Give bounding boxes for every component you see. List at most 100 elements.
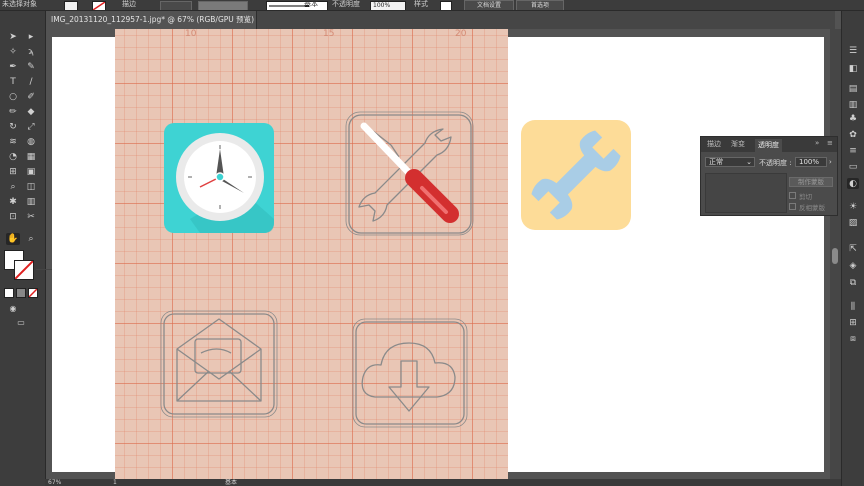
properties-icon[interactable]: ☰ [847,45,859,56]
rotate-icon[interactable]: ↻ [6,121,20,133]
blend-icon[interactable]: ◫ [24,181,38,193]
color-mode-icon[interactable] [4,288,14,298]
perspective-icon[interactable]: ▦ [24,151,38,163]
make-mask-button[interactable]: 制作蒙版 [789,177,833,187]
paper-number: 15 [323,29,335,39]
slice-icon[interactable]: ✂ [24,211,38,223]
transform-icon[interactable]: ⊞ [847,317,859,328]
tab-stroke[interactable]: 描边 [707,139,721,149]
document-setup-button[interactable]: 文档设置 [464,0,514,10]
none-mode-icon[interactable] [28,288,38,298]
panel-dock: ☰ ◧ ▤ ▥ ♣ ✿ ≡ ▭ ◐ ☀ ▨ ⇱ ◈ ⧉ ⫼ ⊞ ⧈ [841,11,864,486]
scale-icon[interactable]: ⤢ [24,121,38,133]
stroke-panel-icon[interactable]: ≡ [847,145,859,156]
transparency-icon[interactable]: ◐ [847,178,859,189]
fill-swatch[interactable] [64,1,78,10]
vertical-scroll-thumb[interactable] [832,248,838,264]
brush-icon[interactable]: ✐ [24,91,38,103]
artboard-number[interactable]: 1 [113,479,117,486]
style-swatch[interactable] [440,1,452,10]
status-mode[interactable]: 基本 [225,479,237,486]
warp-icon[interactable]: ◍ [24,136,38,148]
shape-builder-icon[interactable]: ◔ [6,151,20,163]
zoom-icon[interactable]: ⌕ [24,233,38,245]
magic-wand-icon[interactable]: ✧ [6,46,20,58]
selection-icon[interactable]: ➤ [6,31,20,43]
stroke-weight-field[interactable] [160,1,192,10]
graphic-styles-icon[interactable]: ▨ [847,217,859,228]
opacity-arrow-icon[interactable]: › [829,158,832,166]
panel-tab-strip: 描边 渐变 透明度 » ≡ [701,137,837,152]
selection-status: 未选择对象 [2,0,37,8]
layers-stack-icon[interactable]: ◈ [847,260,859,271]
tab-transparency[interactable]: 透明度 [755,139,782,152]
paper-number: 10 [185,29,197,39]
opacity-input[interactable]: 100% [795,157,827,167]
artboards-icon[interactable]: ⧉ [847,277,859,288]
layers-icon[interactable]: ◧ [847,63,859,74]
pathfinder-icon[interactable]: ⧈ [847,333,859,344]
no-stroke-icon [15,261,33,279]
invert-mask-checkbox[interactable] [789,203,796,210]
none-slash-icon [29,289,37,297]
curvature-icon[interactable]: ✎ [24,61,38,73]
opacity-label[interactable]: 不透明度 [332,0,360,9]
compass-app-icon[interactable] [160,119,278,237]
close-tab-icon[interactable]: × [244,11,250,29]
symbol-sprayer-icon[interactable]: ✱ [6,196,20,208]
align-icon[interactable]: ⫼ [847,301,859,312]
document-tab-title: IMG_20131120_112957-1.jpg* @ 67% (RGB/GP… [51,15,255,24]
paper-number: 20 [455,29,467,39]
chevron-down-icon: ⌄ [746,158,752,166]
zoom-level[interactable]: 67% [48,479,61,486]
stroke-color-swatch[interactable] [14,260,34,280]
opacity-label: 不透明度 : [759,159,792,167]
export-icon[interactable]: ⇱ [847,243,859,254]
collapse-panel-icon[interactable]: » [815,139,819,147]
gradient-panel-icon[interactable]: ▭ [847,161,859,172]
direct-selection-icon[interactable]: ▸ [24,31,38,43]
libraries-icon[interactable]: ▤ [847,83,859,94]
variable-width-dropdown[interactable] [198,1,248,10]
draw-mode-icon[interactable]: ◉ [6,302,20,314]
brushes-icon[interactable]: ♣ [847,113,859,124]
gradient-icon[interactable]: ▣ [24,166,38,178]
appearance-icon[interactable]: ☀ [847,201,859,212]
panel-menu-icon[interactable]: ≡ [827,139,833,147]
artboard-icon[interactable]: ⊡ [6,211,20,223]
document-tab[interactable]: IMG_20131120_112957-1.jpg* @ 67% (RGB/GP… [45,11,257,29]
pen-icon[interactable]: ✒ [6,61,20,73]
graph-icon[interactable]: ▥ [24,196,38,208]
assets-icon[interactable]: ▥ [847,99,859,110]
ellipse-icon[interactable]: ○ [6,91,20,103]
blend-mode-value: 正常 [709,158,723,166]
stroke-swatch[interactable] [92,1,106,10]
clip-label: 剪切 [799,193,812,201]
width-icon[interactable]: ≋ [6,136,20,148]
type-icon[interactable]: T [6,76,20,88]
wrench-app-icon[interactable] [521,120,631,230]
screwdriver-drawing[interactable] [352,116,472,232]
thumbnail-preview [705,173,787,213]
opacity-field[interactable]: 100% [370,1,406,10]
lasso-icon[interactable]: ϡ [24,46,38,58]
eraser-icon[interactable]: ◆ [24,106,38,118]
brush-stroke-icon [269,5,309,7]
gradient-mode-icon[interactable] [16,288,26,298]
screen-mode-icon[interactable]: ▭ [14,316,28,328]
eyedropper-icon[interactable]: ⌕ [6,181,20,193]
control-bar: 未选择对象 描边 基本 不透明度 100% 样式 文档设置 首选项 [0,0,864,11]
placed-sketch-image[interactable]: 10 15 20 [115,29,508,479]
symbols-icon[interactable]: ✿ [847,129,859,140]
preferences-button[interactable]: 首选项 [516,0,564,10]
mesh-icon[interactable]: ⊞ [6,166,20,178]
brush-dropdown[interactable] [266,1,328,10]
pencil-icon[interactable]: ✏ [6,106,20,118]
style-label: 样式 [414,0,428,8]
transparency-panel: 描边 渐变 透明度 » ≡ 正常 ⌄ 不透明度 : 100% › 制作蒙版 剪切… [700,136,838,216]
line-icon[interactable]: / [24,76,38,88]
tab-gradient[interactable]: 渐变 [731,139,745,149]
clip-checkbox[interactable] [789,192,796,199]
hand-icon[interactable]: ✋ [6,233,20,245]
blend-mode-dropdown[interactable]: 正常 ⌄ [705,157,755,167]
